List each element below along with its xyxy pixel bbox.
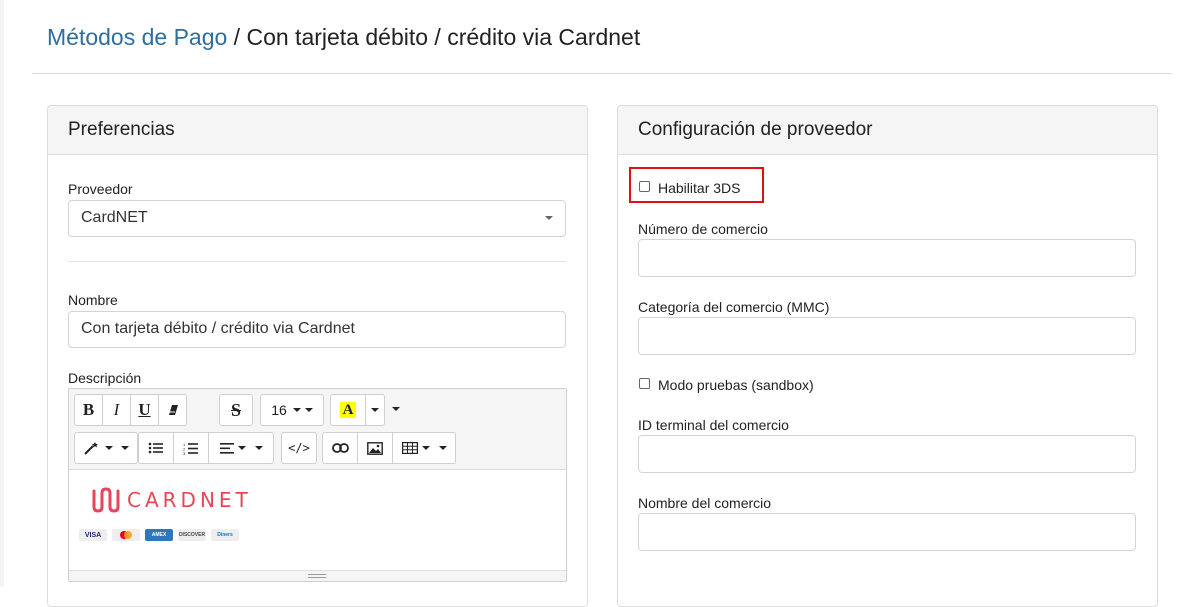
merchant-category-input[interactable] [638, 317, 1136, 355]
font-size-group: 16 [260, 394, 324, 426]
align-left-icon [219, 442, 234, 454]
cardnet-logo: CARDNET [91, 487, 252, 513]
chevron-down-icon[interactable] [392, 407, 400, 411]
sandbox-label[interactable]: Modo pruebas (sandbox) [658, 377, 814, 393]
font-size-dropdown[interactable]: 16 [260, 394, 324, 426]
paragraph-dropdown[interactable] [208, 432, 274, 464]
list-group: 123 [138, 432, 274, 464]
amex-logo: AMEX [145, 529, 173, 541]
eraser-icon [168, 405, 178, 415]
bullet-list-icon [148, 442, 163, 454]
provider-select[interactable]: CardNET [68, 200, 566, 237]
merchant-name-input[interactable] [638, 513, 1136, 551]
clear-format-button[interactable] [158, 394, 187, 426]
insert-table-dropdown[interactable] [392, 432, 456, 464]
underline-button[interactable]: U [130, 394, 159, 426]
provider-config-panel-header: Configuración de proveedor [618, 106, 1157, 155]
merchant-number-input[interactable] [638, 239, 1136, 277]
bold-button[interactable]: B [74, 394, 103, 426]
provider-label: Proveedor [68, 181, 133, 197]
ordered-list-button[interactable]: 123 [173, 432, 209, 464]
breadcrumb-link-payment-methods[interactable]: Métodos de Pago [47, 24, 227, 50]
name-input-value: Con tarjeta débito / crédito via Cardnet [81, 320, 355, 337]
code-view-button[interactable]: </> [281, 432, 317, 464]
merchant-category-label: Categoría del comercio (MMC) [638, 299, 830, 315]
terminal-id-label: ID terminal del comercio [638, 417, 789, 433]
insert-image-button[interactable] [357, 432, 393, 464]
enable-3ds-label[interactable]: Habilitar 3DS [658, 180, 740, 196]
description-editor: B I U S 16 A 1 2 3 </> CARDNET VISA AMEX… [68, 388, 567, 582]
code-view-group: </> [281, 432, 317, 464]
style-group [74, 432, 138, 464]
provider-config-panel: Configuración de proveedor Habilitar 3DS… [617, 105, 1158, 607]
insert-link-button[interactable] [322, 432, 358, 464]
breadcrumb: Métodos de Pago / Con tarjeta débito / c… [47, 24, 640, 51]
font-style-group: B I U [74, 394, 187, 426]
editor-content[interactable]: CARDNET VISA AMEX DISCOVER Diners [69, 469, 566, 569]
merchant-number-label: Número de comercio [638, 221, 768, 237]
mastercard-logo [112, 529, 140, 541]
grip-icon [308, 574, 326, 578]
provider-select-value: CardNET [81, 209, 148, 226]
magic-wand-icon [84, 442, 98, 455]
cardnet-symbol-icon [92, 487, 120, 513]
link-icon [331, 443, 349, 453]
page-title: Con tarjeta débito / crédito via Cardnet [246, 24, 641, 50]
highlight-color-button[interactable]: A [330, 394, 366, 426]
unordered-list-button[interactable] [138, 432, 174, 464]
enable-3ds-checkbox[interactable] [639, 181, 650, 192]
preferences-panel-header: Preferencias [48, 106, 587, 155]
name-label: Nombre [68, 292, 118, 308]
svg-text:3: 3 [183, 451, 186, 455]
breadcrumb-separator: / [227, 24, 247, 50]
table-icon [401, 442, 418, 454]
editor-resize-handle[interactable] [69, 570, 566, 581]
discover-logo: DISCOVER [178, 529, 206, 541]
description-label: Descripción [68, 370, 142, 386]
name-input[interactable]: Con tarjeta débito / crédito via Cardnet [68, 311, 566, 348]
cardnet-wordmark: CARDNET [127, 488, 252, 512]
diners-logo: Diners [211, 529, 239, 541]
terminal-id-input[interactable] [638, 435, 1136, 473]
visa-logo: VISA [79, 529, 107, 541]
card-brand-logos: VISA AMEX DISCOVER Diners [79, 529, 239, 541]
header-divider [32, 73, 1172, 74]
left-edge [0, 0, 4, 587]
editor-toolbar: B I U S 16 A 1 2 3 </> [69, 389, 566, 470]
color-group: A [330, 394, 385, 426]
preferences-panel-title: Preferencias [68, 119, 175, 140]
insert-group [322, 432, 456, 464]
strike-group: S [219, 394, 253, 426]
provider-config-panel-title: Configuración de proveedor [638, 119, 873, 140]
color-dropdown-button[interactable] [365, 394, 385, 426]
style-dropdown[interactable] [74, 432, 138, 464]
italic-button[interactable]: I [102, 394, 131, 426]
chevron-down-icon [545, 216, 553, 220]
merchant-name-label: Nombre del comercio [638, 495, 772, 511]
sandbox-checkbox[interactable] [639, 378, 650, 389]
numbered-list-icon: 123 [183, 442, 198, 455]
preferences-panel: Preferencias Proveedor CardNET Nombre Co… [47, 105, 588, 607]
section-divider [68, 261, 566, 262]
image-icon [367, 441, 383, 455]
strikethrough-button[interactable]: S [219, 394, 253, 426]
